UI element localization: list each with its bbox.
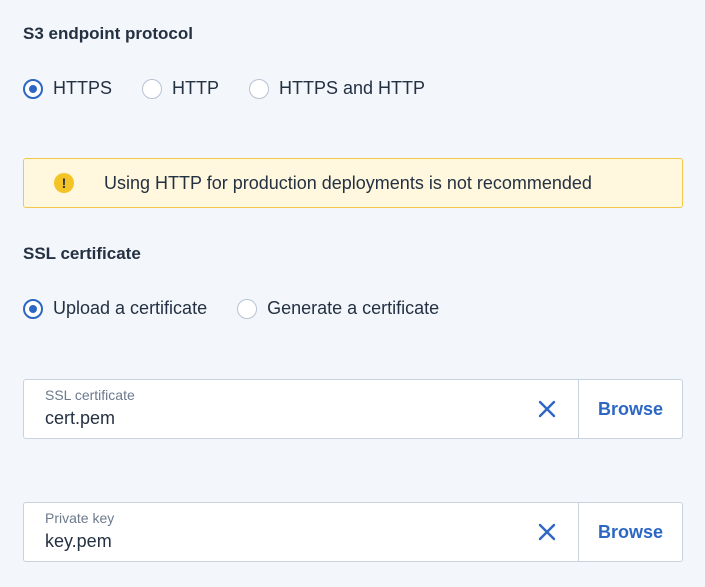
protocol-option-https[interactable]: HTTPS (23, 78, 112, 99)
radio-unchecked-icon[interactable] (249, 78, 270, 99)
protocol-section-title: S3 endpoint protocol (23, 24, 193, 43)
field-value: cert.pem (45, 408, 116, 428)
radio-checked-icon[interactable] (23, 298, 43, 319)
browse-certificate-button[interactable]: Browse (578, 380, 682, 438)
field-label: SSL certificate (45, 387, 135, 403)
exclamation-icon: ! (54, 173, 74, 193)
radio-checked-icon[interactable] (23, 78, 43, 99)
clear-icon[interactable] (536, 521, 558, 543)
protocol-option-http[interactable]: HTTP (142, 78, 219, 99)
protocol-radio-group: HTTPS HTTP HTTPS and HTTP (23, 78, 455, 99)
clear-icon[interactable] (536, 398, 558, 420)
ssl-certificate-input[interactable]: SSL certificate cert.pem (24, 380, 578, 438)
protocol-option-https-and-http[interactable]: HTTPS and HTTP (249, 78, 425, 99)
radio-unchecked-icon[interactable] (237, 298, 258, 319)
ssl-option-label: Upload a certificate (53, 298, 208, 318)
ssl-option-upload[interactable]: Upload a certificate (23, 298, 207, 319)
field-value: key.pem (45, 531, 112, 551)
field-label: Private key (45, 510, 115, 526)
warning-text: Using HTTP for production deployments is… (104, 172, 592, 193)
protocol-option-label: HTTP (172, 78, 220, 98)
ssl-section-title: SSL certificate (23, 244, 141, 263)
private-key-field: Private key key.pem Browse (23, 502, 683, 562)
browse-key-button[interactable]: Browse (578, 503, 682, 561)
ssl-certificate-field: SSL certificate cert.pem Browse (23, 379, 683, 439)
protocol-option-label: HTTPS (53, 78, 113, 98)
protocol-option-label: HTTPS and HTTP (279, 78, 426, 98)
ssl-option-generate[interactable]: Generate a certificate (237, 298, 439, 319)
http-warning-banner: ! Using HTTP for production deployments … (23, 158, 683, 208)
radio-unchecked-icon[interactable] (142, 78, 163, 99)
ssl-option-label: Generate a certificate (267, 298, 440, 318)
private-key-input[interactable]: Private key key.pem (24, 503, 578, 561)
ssl-radio-group: Upload a certificate Generate a certific… (23, 298, 469, 319)
